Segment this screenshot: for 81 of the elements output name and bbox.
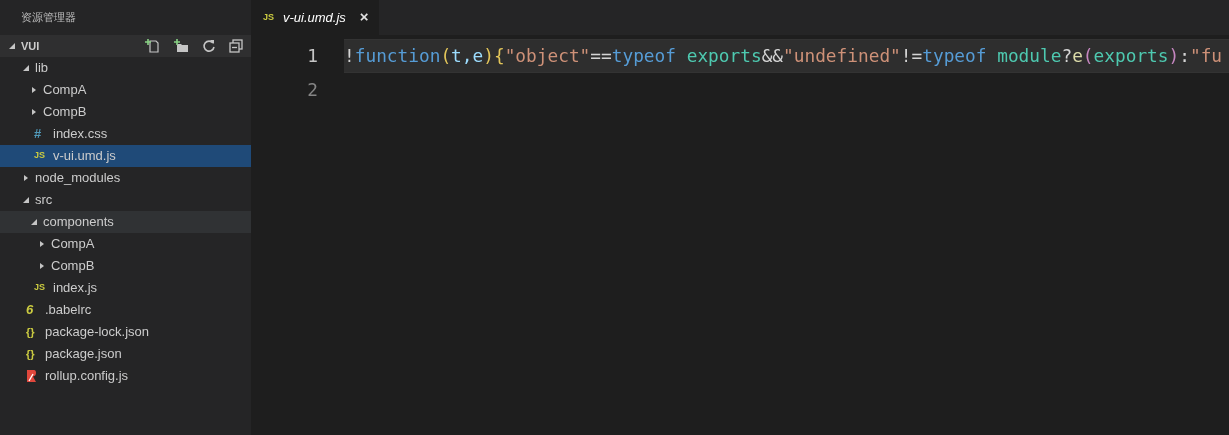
tree-item-label: rollup.config.js [45, 367, 129, 386]
caret-icon [22, 64, 30, 72]
caret-icon [22, 196, 30, 204]
code-token: "fu [1189, 43, 1223, 68]
code-token: ? [1061, 43, 1073, 68]
tree-item[interactable]: components [0, 211, 251, 233]
code-token: e [1072, 43, 1083, 68]
js-file-icon: JS [263, 10, 277, 25]
tree-item[interactable]: rollup.config.js [0, 365, 251, 387]
tree-item[interactable]: CompA [0, 233, 251, 255]
tree-item[interactable]: lib [0, 57, 251, 79]
editor-tab[interactable]: JS v-ui.umd.js × [251, 0, 379, 35]
code-token: ) [483, 43, 494, 68]
code-token: && [761, 43, 784, 68]
js-file-icon: JS [34, 149, 48, 163]
caret-icon [30, 218, 38, 226]
code-token: typeof [922, 43, 987, 68]
braces-icon: {} [26, 323, 40, 341]
tree-item[interactable]: CompB [0, 101, 251, 123]
tree-item-label: package-lock.json [45, 323, 150, 342]
new-folder-icon[interactable] [173, 38, 189, 54]
braces-icon: {} [26, 345, 40, 363]
caret-icon [8, 42, 16, 50]
collapse-all-icon[interactable] [229, 39, 243, 53]
code-token: module [996, 43, 1062, 68]
code-token: exports [1093, 43, 1169, 68]
tree-item[interactable]: CompB [0, 255, 251, 277]
code-token: { [493, 43, 505, 68]
code-token: == [590, 43, 612, 68]
sidebar-title: 资源管理器 [21, 10, 76, 26]
caret-icon [38, 240, 46, 248]
code-token: "object" [504, 43, 591, 68]
tree-item[interactable]: {} package.json [0, 343, 251, 365]
tree-item-label: src [35, 191, 53, 210]
tree-item[interactable]: # index.css [0, 123, 251, 145]
tree-item[interactable]: JS v-ui.umd.js [0, 145, 251, 167]
tree-item-label: package.json [45, 345, 122, 364]
close-icon[interactable]: × [359, 6, 369, 29]
new-file-icon[interactable] [144, 38, 160, 54]
tree-item-label: CompB [51, 257, 95, 276]
code-token: != [900, 43, 923, 68]
code-token: ( [440, 43, 452, 68]
tree-item[interactable]: CompA [0, 79, 251, 101]
tree-item[interactable]: JS index.js [0, 277, 251, 299]
line-number: 2 [306, 77, 319, 102]
tree-item-label: index.css [53, 125, 108, 144]
tree-item[interactable]: 6 .babelrc [0, 299, 251, 321]
tree-item-label: .babelrc [45, 301, 92, 320]
code-token: ! [344, 43, 355, 68]
tree-item-label: lib [35, 59, 48, 78]
code-token: exports [685, 43, 762, 68]
js-file-icon: JS [34, 281, 48, 295]
caret-icon [30, 108, 38, 116]
tree-item-label: v-ui.umd.js [53, 147, 116, 166]
tree-item-label: index.js [53, 279, 98, 298]
caret-icon [38, 262, 46, 270]
tree-item-label: CompB [43, 103, 87, 122]
tree-item-label: CompA [43, 81, 87, 100]
code-token: t,e [451, 43, 484, 68]
tree-item[interactable]: src [0, 189, 251, 211]
rollup-icon [26, 370, 36, 382]
refresh-icon[interactable] [202, 39, 216, 53]
tab-label: v-ui.umd.js [283, 8, 346, 27]
section-header[interactable]: VUI [0, 35, 251, 57]
tree-item-label: node_modules [35, 169, 121, 188]
code-token: typeof [611, 43, 676, 68]
section-label: VUI [21, 38, 40, 54]
code-token: "undefined" [783, 43, 901, 68]
code-token: ) [1168, 43, 1180, 68]
hash-icon: # [34, 124, 48, 144]
tree-item-label: CompA [51, 235, 95, 254]
line-number: 1 [306, 43, 319, 68]
caret-icon [22, 174, 30, 182]
code-token: : [1179, 43, 1190, 68]
code-token: ( [1082, 43, 1094, 68]
tree-item[interactable]: node_modules [0, 167, 251, 189]
tree-item-label: components [43, 213, 114, 232]
babel-icon: 6 [26, 300, 40, 320]
code-token: function [354, 43, 441, 68]
tree-item[interactable]: {} package-lock.json [0, 321, 251, 343]
caret-icon [30, 86, 38, 94]
